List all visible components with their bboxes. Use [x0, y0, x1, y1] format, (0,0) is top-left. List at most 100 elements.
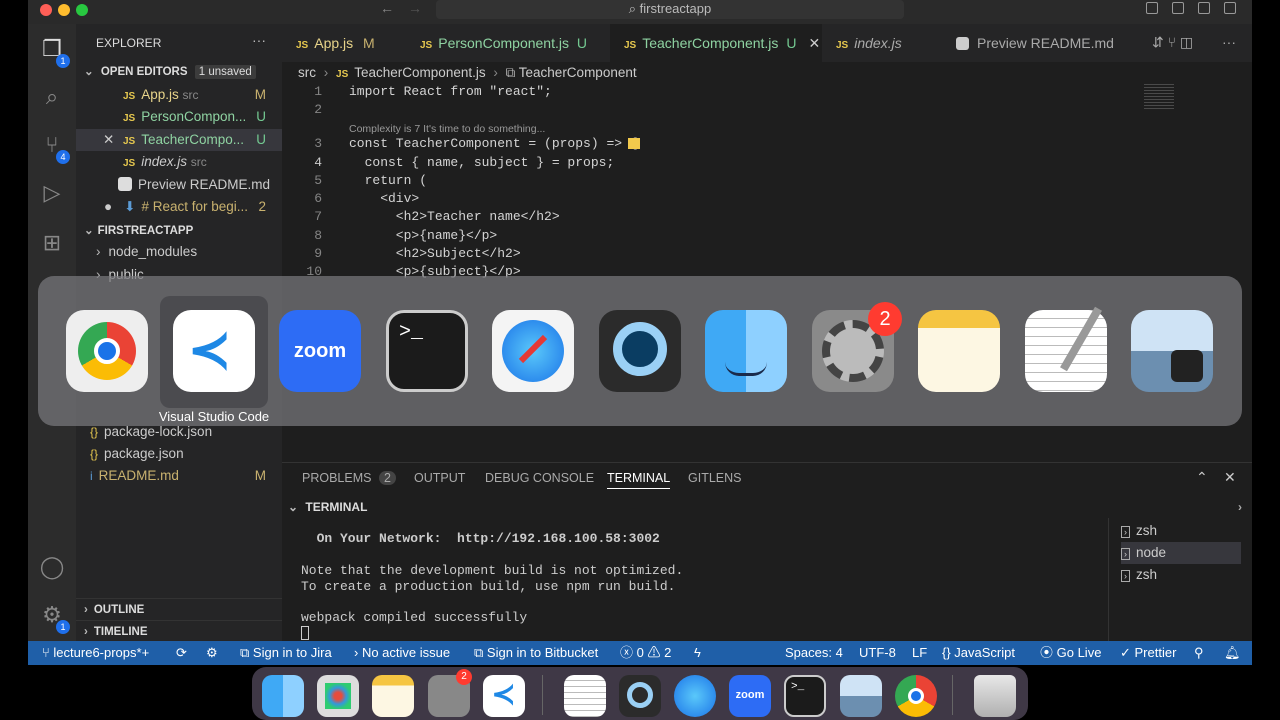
open-editors-header[interactable]: ⌄ OPEN EDITORS 1 unsaved	[76, 61, 282, 83]
bitbucket-status[interactable]: ⧉ Sign in to Bitbucket	[474, 641, 598, 665]
problems-status[interactable]: ⓧ 0 ⚠ 2	[620, 641, 671, 665]
toggle-secondary-sidebar-icon[interactable]	[1198, 2, 1210, 14]
project-header[interactable]: ⌄ FIRSTREACTAPP	[76, 220, 282, 242]
terminal-item[interactable]: › zsh	[1121, 564, 1241, 586]
lightbulb-icon[interactable]	[628, 138, 640, 149]
issue-status[interactable]: › No active issue	[354, 641, 450, 665]
customize-layout-icon[interactable]	[1224, 2, 1236, 14]
timeline-header[interactable]: › TIMELINE	[76, 620, 282, 642]
close-icon[interactable]: ✕	[808, 35, 820, 51]
chrome-icon[interactable]	[66, 310, 148, 392]
sync-icon[interactable]: ⟳	[176, 641, 187, 665]
terminal-icon[interactable]: >_	[386, 310, 468, 392]
tab-index-js[interactable]: JS index.js	[822, 24, 942, 62]
safari-icon[interactable]	[492, 310, 574, 392]
zoom-window-button[interactable]	[76, 4, 88, 16]
branch-status[interactable]: ⑂ lecture6-props*+	[42, 641, 149, 665]
terminal-prompt-glyph: >_	[399, 321, 424, 344]
file-item[interactable]: {} package.json	[76, 443, 282, 465]
more-actions-icon[interactable]: ···	[252, 32, 266, 48]
tab-terminal[interactable]: TERMINAL	[607, 471, 671, 489]
chevron-right-icon[interactable]: ›	[1238, 496, 1242, 518]
git-graph-icon[interactable]: ⚙	[206, 641, 218, 665]
open-editor-item-active[interactable]: ✕ JS TeacherCompo... U	[76, 129, 282, 151]
terminal-item-active[interactable]: › node	[1121, 542, 1241, 564]
indentation-status[interactable]: Spaces: 4	[785, 641, 843, 665]
textedit-icon[interactable]	[564, 675, 606, 717]
vscode-icon[interactable]: ≺	[173, 310, 255, 392]
encoding-status[interactable]: UTF-8	[859, 641, 896, 665]
toggle-sidebar-icon[interactable]	[1146, 2, 1158, 14]
launchpad-icon[interactable]	[317, 675, 359, 717]
breadcrumb-file[interactable]: TeacherComponent.js	[354, 65, 485, 80]
go-live-button[interactable]: ⦿ Go Live	[1040, 641, 1101, 665]
back-arrow-icon[interactable]: ←	[380, 0, 394, 16]
notifications-bell-icon[interactable]: 🔔︎	[1224, 641, 1241, 665]
open-editor-item[interactable]: JS index.js src	[76, 151, 282, 173]
source-control-icon[interactable]: ⑂ 4	[38, 132, 70, 164]
run-debug-icon[interactable]: ▷	[38, 180, 66, 208]
system-settings-icon[interactable]: 2	[428, 669, 472, 717]
open-editor-item[interactable]: JS PersonCompon... U	[76, 106, 282, 128]
tab-teacher-component[interactable]: JS TeacherComponent.js U ✕	[610, 24, 822, 62]
split-editor-icon[interactable]: ⇵ ⑂ ◫	[1152, 34, 1193, 51]
eol-status[interactable]: LF	[912, 641, 927, 665]
explorer-icon[interactable]: ❐ 1	[38, 36, 70, 68]
terminal-icon[interactable]: >_	[784, 675, 826, 717]
vscode-icon[interactable]: ≺	[483, 675, 525, 717]
finder-icon[interactable]	[705, 310, 787, 392]
quicktime-icon[interactable]	[599, 310, 681, 392]
trash-icon[interactable]	[974, 675, 1016, 717]
tab-gitlens[interactable]: GITLENS	[688, 471, 742, 485]
prettier-status[interactable]: ✓ Prettier	[1120, 641, 1176, 665]
close-panel-icon[interactable]: ✕	[1224, 469, 1236, 486]
terminal-item[interactable]: › zsh	[1121, 520, 1241, 542]
account-status-icon[interactable]: ⚲	[1194, 641, 1204, 665]
finder-icon[interactable]	[262, 675, 304, 717]
quicktime-icon[interactable]	[619, 675, 661, 717]
language-status[interactable]: {} JavaScript	[942, 641, 1015, 665]
tab-preview-readme[interactable]: Preview README.md	[942, 24, 1142, 62]
minimize-window-button[interactable]	[58, 4, 70, 16]
close-window-button[interactable]	[40, 4, 52, 16]
tab-problems[interactable]: PROBLEMS 2	[302, 471, 396, 485]
jira-status[interactable]: ⧉ Sign in to Jira	[240, 641, 332, 665]
manage-gear-icon[interactable]: ⚙ 1	[38, 602, 70, 634]
account-icon[interactable]: ◯	[38, 554, 66, 582]
zoom-icon[interactable]: zoom	[279, 310, 361, 392]
open-editor-item[interactable]: ● ⬇ # React for begi... 2	[76, 196, 282, 218]
extensions-icon[interactable]: ⊞	[38, 230, 66, 258]
zoom-icon[interactable]: zoom	[729, 675, 771, 717]
notes-icon[interactable]	[372, 675, 414, 717]
outline-header[interactable]: › OUTLINE	[76, 598, 282, 620]
system-settings-icon[interactable]: 2	[812, 302, 902, 392]
terminal-section-header[interactable]: ⌄ TERMINAL ›	[282, 496, 1252, 518]
code-line: return (	[349, 173, 428, 188]
open-editor-item[interactable]: Preview README.md	[76, 174, 282, 196]
open-editor-item[interactable]: JS App.js src M	[76, 84, 282, 106]
lightning-icon[interactable]: ϟ	[694, 641, 701, 665]
forward-arrow-icon[interactable]: →	[408, 0, 422, 16]
preview-app-icon[interactable]	[1131, 310, 1213, 392]
chrome-icon[interactable]	[895, 675, 937, 717]
preview-app-icon[interactable]	[840, 675, 882, 717]
toggle-panel-icon[interactable]	[1172, 2, 1184, 14]
close-icon[interactable]: ✕	[103, 129, 114, 151]
file-item[interactable]: i README.md M	[76, 465, 282, 487]
minimap[interactable]	[1144, 84, 1174, 110]
tab-debug-console[interactable]: DEBUG CONSOLE	[485, 471, 594, 485]
textedit-icon[interactable]	[1025, 306, 1107, 392]
folder-item[interactable]: › node_modules	[76, 241, 282, 263]
codelens-complexity[interactable]: Complexity is 7 It's time to do somethin…	[349, 123, 545, 135]
more-actions-icon[interactable]: ···	[1222, 34, 1236, 50]
tab-output[interactable]: OUTPUT	[414, 471, 465, 485]
tab-person-component[interactable]: JS PersonComponent.js U	[406, 24, 610, 62]
breadcrumb-folder[interactable]: src	[298, 65, 316, 80]
command-center-search[interactable]: ⌕ firstreactapp	[436, 0, 904, 19]
tab-app-js[interactable]: JS App.js M	[282, 24, 406, 62]
breadcrumb-symbol[interactable]: TeacherComponent	[519, 65, 637, 80]
search-icon[interactable]: ⌕	[38, 84, 66, 112]
notes-icon[interactable]	[918, 310, 1000, 392]
safari-icon[interactable]	[674, 675, 716, 717]
maximize-panel-icon[interactable]: ⌃	[1196, 469, 1208, 486]
